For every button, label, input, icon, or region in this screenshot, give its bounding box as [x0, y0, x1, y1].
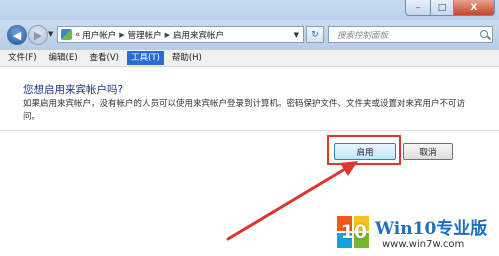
windows-logo-icon: 10 — [337, 216, 371, 250]
watermark-url: www.win7w.com — [382, 239, 465, 250]
logo-number: 10 — [340, 221, 368, 243]
watermark-title: Win10专业版 — [375, 219, 488, 239]
site-watermark: 10 Win10专业版 www.win7w.com — [337, 213, 499, 256]
control-panel-window: – □ X ◀ ▶ ▼ « 用户帐户 ▶ 管理帐户 ▶ 启用来宾帐户 ▼ ↻ 搜… — [0, 0, 499, 256]
